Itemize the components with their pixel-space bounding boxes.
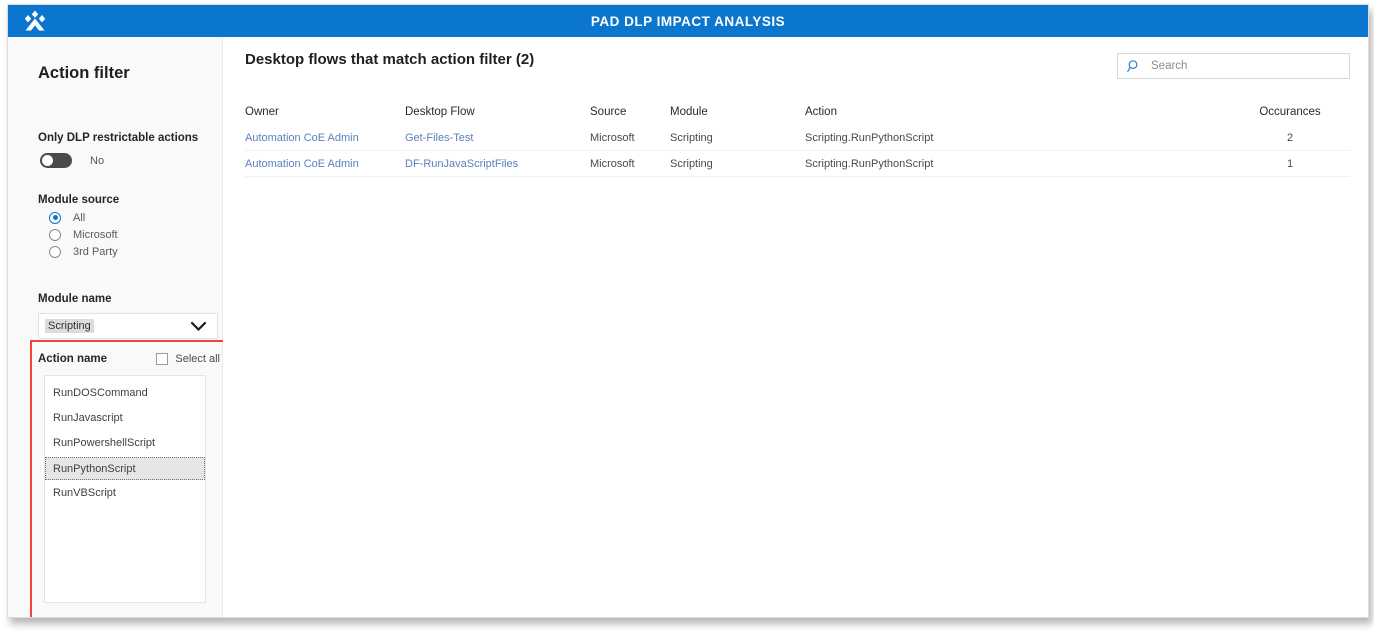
chevron-down-icon[interactable] [190,319,207,338]
cell-owner[interactable]: Automation CoE Admin [245,158,405,170]
dlp-restrictable-toggle[interactable] [40,153,72,168]
column-header-source: Source [590,106,627,118]
action-list-item[interactable]: RunDOSCommand [45,382,205,405]
module-name-selected-value: Scripting [45,319,94,333]
page-title: Desktop flows that match action filter (… [245,51,535,68]
toggle-knob [42,155,53,166]
action-list-item[interactable]: RunPowershellScript [45,432,205,455]
action-list-item-selected[interactable]: RunPythonScript [45,457,205,480]
dlp-restrictable-toggle-row[interactable]: No [40,153,104,168]
cell-module: Scripting [670,157,713,170]
dlp-toggle-label: Only DLP restrictable actions [38,132,199,144]
dlp-toggle-value: No [90,154,105,167]
results-table: Owner Desktop Flow Source Module Action … [245,99,1350,177]
column-header-action: Action [805,106,837,118]
module-name-label: Module name [38,293,112,305]
module-name-dropdown[interactable]: Scripting [38,313,218,339]
action-list-item[interactable]: RunVBScript [45,482,205,505]
radio-label-microsoft: Microsoft [73,228,118,241]
radio-icon-microsoft [49,228,61,241]
select-all-checkbox[interactable] [156,353,169,365]
cell-action: Scripting.RunPythonScript [805,131,934,144]
app-header: PAD DLP IMPACT ANALYSIS [8,5,1368,37]
column-header-module: Module [670,106,708,118]
module-source-radio-group: All Microsoft 3rd Party [49,209,118,260]
radio-option-3rd-party[interactable]: 3rd Party [49,243,118,260]
search-box[interactable] [1117,53,1350,79]
action-list-item[interactable]: RunJavascript [45,407,205,430]
search-icon [1127,59,1141,73]
table-header-row: Owner Desktop Flow Source Module Action … [245,99,1350,125]
action-name-label: Action name [38,353,108,365]
cell-module: Scripting [670,131,713,144]
table-row[interactable]: Automation CoE Admin DF-RunJavaScriptFil… [245,151,1350,177]
search-input[interactable] [1149,59,1333,73]
cell-desktop-flow[interactable]: DF-RunJavaScriptFiles [405,158,590,170]
screen: PAD DLP IMPACT ANALYSIS Action filter On… [0,0,1374,633]
select-all-label: Select all [175,353,220,365]
cell-action: Scripting.RunPythonScript [805,157,934,170]
main-content: Desktop flows that match action filter (… [223,37,1368,617]
column-header-occurances: Occurances [1259,106,1321,118]
power-platform-diamond-logo-icon [22,10,48,32]
radio-icon-3rd-party [49,245,61,258]
cell-source: Microsoft [590,131,635,144]
table-row[interactable]: Automation CoE Admin Get-Files-Test Micr… [245,125,1350,151]
action-name-listbox[interactable]: RunDOSCommand RunJavascript RunPowershel… [44,375,206,603]
select-all-control[interactable]: Select all [156,353,220,365]
radio-icon-all [49,211,61,224]
cell-occurances: 1 [1286,157,1294,170]
radio-label-3rd-party: 3rd Party [73,245,118,258]
column-header-owner: Owner [245,106,279,118]
cell-owner[interactable]: Automation CoE Admin [245,132,405,144]
app-window: PAD DLP IMPACT ANALYSIS Action filter On… [7,4,1369,618]
radio-option-microsoft[interactable]: Microsoft [49,226,118,243]
module-source-label: Module source [38,194,120,206]
column-header-desktop-flow: Desktop Flow [405,106,475,118]
radio-option-all[interactable]: All [49,209,118,226]
cell-occurances: 2 [1286,131,1294,144]
table-header: Owner Desktop Flow Source Module Action … [245,99,1350,125]
app-title: PAD DLP IMPACT ANALYSIS [590,13,786,29]
sidebar: Action filter Only DLP restrictable acti… [8,37,230,617]
radio-label-all: All [73,211,86,224]
cell-desktop-flow[interactable]: Get-Files-Test [405,132,590,144]
action-name-header: Action name Select all [38,353,220,365]
cell-source: Microsoft [590,157,635,170]
sidebar-title: Action filter [38,64,130,82]
